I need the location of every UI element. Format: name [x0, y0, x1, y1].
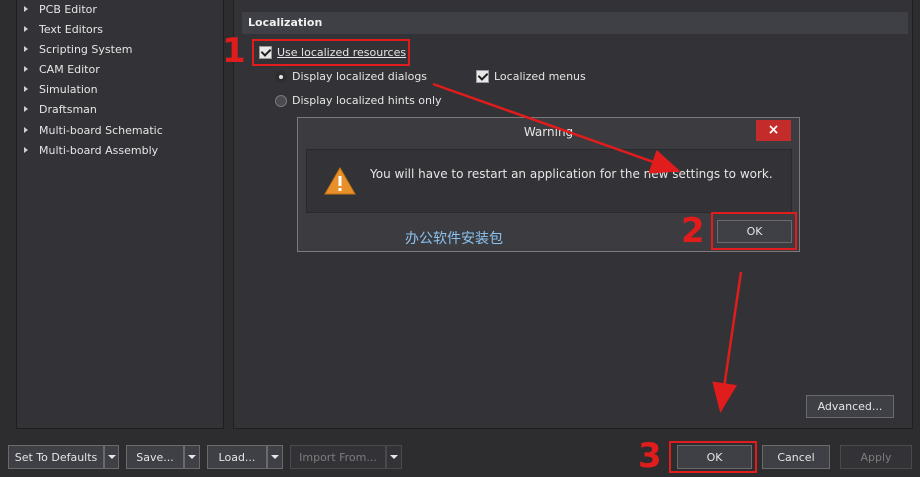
arrow-step1-to-step2	[432, 82, 681, 174]
arrow-step2-to-step3	[712, 271, 743, 413]
annotation-arrows	[432, 82, 743, 413]
